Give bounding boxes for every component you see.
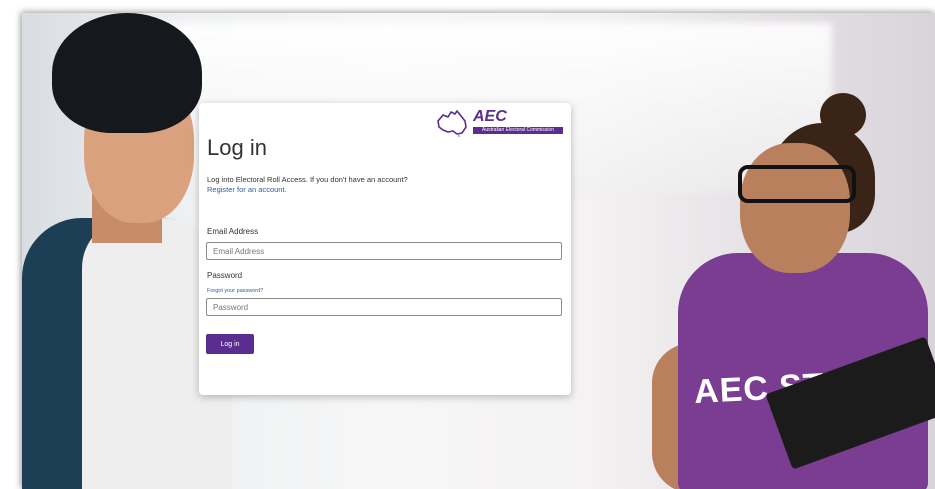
email-input[interactable] [206,242,562,260]
intro-sentence: Log into Electoral Roll Access. If you d… [207,175,408,184]
email-label: Email Address [207,227,259,236]
login-button[interactable]: Log in [206,334,254,354]
aec-logo: AEC Australian Electoral Commission [435,108,563,139]
background-person-left-hair [52,13,202,133]
forgot-password-link[interactable]: Forgot your password? [207,288,263,294]
australia-map-icon [437,110,467,137]
password-input[interactable] [206,298,562,316]
background-glasses [738,165,856,203]
background-person-right-face [740,143,850,273]
password-label: Password [207,271,243,280]
logo-wordmark: AEC [473,108,507,125]
login-card: AEC Australian Electoral Commission Log … [199,103,571,395]
background-person-right-bun [820,93,866,137]
register-link[interactable]: Register for an account. [207,185,408,195]
page-title: Log in [207,135,267,160]
intro-text: Log into Electoral Roll Access. If you d… [207,175,408,195]
logo-subtitle: Australian Electoral Commission [473,127,563,134]
page-frame: AEC STAFF AEC Australian Electoral Commi… [22,13,935,489]
